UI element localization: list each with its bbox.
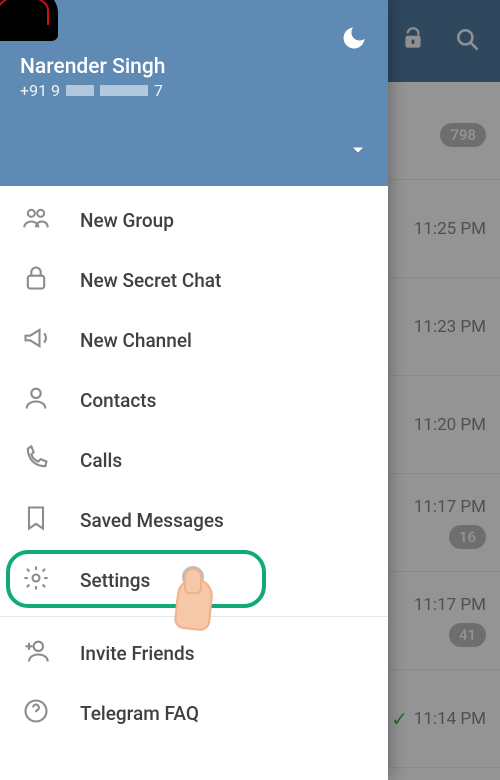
drawer-header: Narender Singh +91 9 7 [0, 0, 388, 186]
menu-saved-messages[interactable]: Saved Messages [0, 490, 388, 550]
menu-label: Telegram FAQ [80, 702, 199, 725]
drawer-menu: New Group New Secret Chat New Channel Co… [0, 186, 388, 780]
app-root: o…798g11:25 PM11:23 PMate? N…11:20 PMra…… [0, 0, 500, 780]
phone-icon [22, 444, 50, 476]
account-expand-icon[interactable] [348, 140, 368, 164]
user-name: Narender Singh [20, 55, 368, 79]
menu-new-channel[interactable]: New Channel [0, 310, 388, 370]
night-mode-icon[interactable] [340, 24, 368, 56]
menu-label: Saved Messages [80, 509, 224, 532]
redaction-block [100, 85, 148, 96]
menu-label: Invite Friends [80, 642, 194, 665]
menu-new-secret-chat[interactable]: New Secret Chat [0, 250, 388, 310]
person-icon [22, 384, 50, 416]
menu-calls[interactable]: Calls [0, 430, 388, 490]
bookmark-icon [22, 504, 50, 536]
group-icon [22, 204, 50, 236]
menu-label: New Secret Chat [80, 269, 221, 292]
menu-label: New Channel [80, 329, 192, 352]
user-phone: +91 9 7 [20, 81, 368, 100]
gear-icon [22, 564, 50, 596]
avatar[interactable] [20, 14, 26, 33]
menu-new-group[interactable]: New Group [0, 190, 388, 250]
menu-label: Settings [80, 569, 150, 592]
menu-label: Contacts [80, 389, 156, 412]
menu-label: New Group [80, 209, 174, 232]
navigation-drawer: Narender Singh +91 9 7 New Group New Sec… [0, 0, 388, 780]
redaction-block [66, 85, 94, 96]
menu-invite-friends[interactable]: Invite Friends [0, 623, 388, 683]
menu-contacts[interactable]: Contacts [0, 370, 388, 430]
help-icon [22, 697, 50, 729]
megaphone-icon [22, 324, 50, 356]
lock-icon [22, 264, 50, 296]
person-add-icon [22, 637, 50, 669]
menu-telegram-faq[interactable]: Telegram FAQ [0, 683, 388, 743]
menu-settings[interactable]: Settings [0, 550, 388, 610]
menu-divider [0, 616, 388, 617]
menu-label: Calls [80, 449, 122, 472]
